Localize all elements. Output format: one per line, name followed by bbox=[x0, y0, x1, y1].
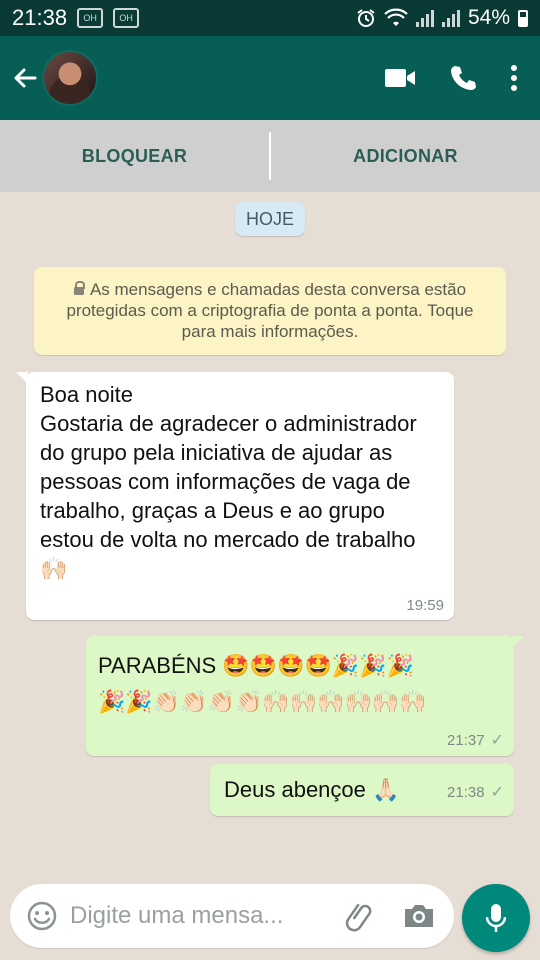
encryption-notice[interactable]: As mensagens e chamadas desta conversa e… bbox=[34, 267, 506, 355]
camera-icon[interactable] bbox=[402, 902, 436, 930]
notification-icon: OH bbox=[113, 8, 140, 28]
lock-icon bbox=[73, 280, 85, 295]
outgoing-message[interactable]: PARABÉNS 🤩🤩🤩🤩🎉🎉🎉 🎉🎉👏🏻👏🏻👏🏻👏🏻🙌🏻🙌🏻🙌🏻🙌🏻🙌🏻🙌🏻 … bbox=[86, 636, 524, 756]
message-text: Boa noite Gostaria de agradecer o admini… bbox=[40, 382, 417, 581]
emoji-icon[interactable] bbox=[26, 900, 58, 932]
phone-call-icon[interactable] bbox=[448, 63, 478, 93]
notification-icon: OH bbox=[77, 8, 104, 28]
unknown-contact-actions: BLOQUEAR ADICIONAR bbox=[0, 120, 540, 192]
message-time: 21:37 ✓ bbox=[447, 730, 504, 750]
voice-message-button[interactable] bbox=[462, 884, 530, 952]
clock: 21:38 bbox=[12, 5, 68, 30]
bubble-tail bbox=[16, 372, 28, 384]
wifi-icon bbox=[384, 8, 408, 26]
signal-icon bbox=[441, 9, 460, 27]
microphone-icon bbox=[485, 904, 507, 932]
incoming-message[interactable]: Boa noite Gostaria de agradecer o admini… bbox=[16, 372, 454, 620]
chat-area[interactable]: HOJE As mensagens e chamadas desta conve… bbox=[0, 192, 540, 870]
avatar[interactable] bbox=[42, 50, 98, 106]
outgoing-message[interactable]: Deus abençoe 🙏🏻 21:38 ✓ bbox=[210, 764, 514, 816]
video-call-icon[interactable] bbox=[384, 67, 416, 89]
message-timestamp: 21:37 bbox=[447, 731, 485, 749]
battery-percent: 54% bbox=[467, 6, 510, 29]
encryption-notice-text: As mensagens e chamadas desta conversa e… bbox=[66, 280, 474, 341]
chat-header bbox=[0, 36, 540, 120]
message-timestamp: 19:59 bbox=[406, 597, 444, 614]
block-button[interactable]: BLOQUEAR bbox=[0, 146, 269, 167]
message-time: 21:38 ✓ bbox=[447, 782, 504, 802]
header-actions bbox=[384, 63, 540, 93]
message-text: PARABÉNS 🤩🤩🤩🤩🎉🎉🎉 🎉🎉👏🏻👏🏻👏🏻👏🏻🙌🏻🙌🏻🙌🏻🙌🏻🙌🏻🙌🏻 bbox=[98, 653, 427, 714]
status-bar-left: 21:38 OH OH bbox=[12, 5, 140, 31]
message-input[interactable]: Digite uma mensa... bbox=[70, 902, 283, 930]
composer: Digite uma mensa... bbox=[0, 870, 540, 960]
signal-icon bbox=[415, 9, 434, 27]
sent-check-icon: ✓ bbox=[490, 732, 504, 749]
date-chip: HOJE bbox=[235, 202, 305, 236]
attach-icon[interactable] bbox=[344, 900, 376, 932]
more-vertical-icon[interactable] bbox=[510, 64, 518, 92]
message-input-container[interactable]: Digite uma mensa... bbox=[10, 884, 454, 948]
status-bar: 21:38 OH OH 54% bbox=[0, 0, 540, 36]
add-contact-button[interactable]: ADICIONAR bbox=[271, 146, 540, 167]
bubble-tail bbox=[512, 636, 524, 648]
status-bar-right: 54% bbox=[356, 6, 528, 30]
message-time: 19:59 bbox=[406, 597, 444, 614]
battery-icon bbox=[518, 9, 528, 27]
sent-check-icon: ✓ bbox=[490, 784, 504, 801]
back-arrow-icon bbox=[14, 68, 37, 88]
alarm-icon bbox=[357, 9, 375, 27]
message-timestamp: 21:38 bbox=[447, 783, 485, 801]
